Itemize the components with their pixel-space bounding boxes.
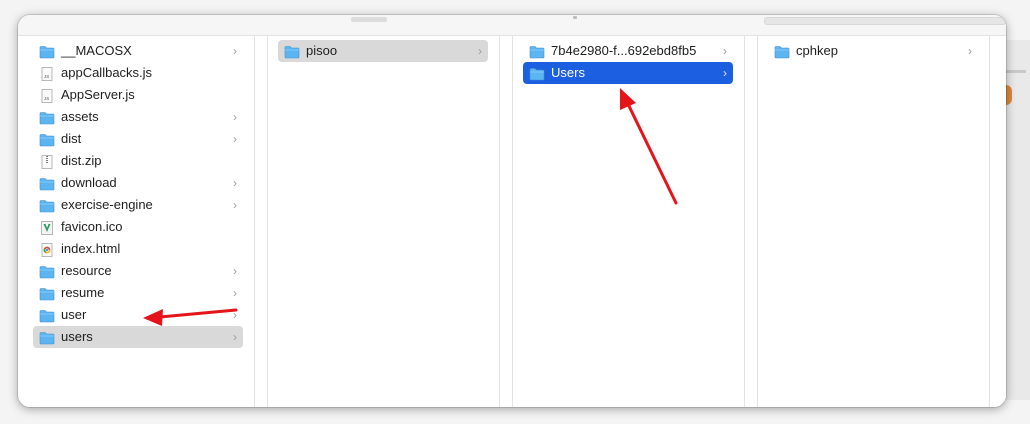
file-row-7b4e2980-f-692ebd8fb5[interactable]: 7b4e2980-f...692ebd8fb5 › (523, 40, 733, 62)
folder-icon (39, 264, 55, 279)
chevron-right-icon: › (968, 44, 972, 58)
column-pisoo: 7b4e2980-f...692ebd8fb5 › Users › (513, 36, 745, 407)
column-resize-handle[interactable] (745, 36, 758, 407)
finder-window: __MACOSX › JS appCallbacks.js JS AppServer.js… (18, 15, 1006, 407)
finder-toolbar (18, 15, 1006, 36)
file-row-resume[interactable]: resume › (33, 282, 243, 304)
chevron-right-icon: › (723, 66, 727, 80)
folder-icon (39, 44, 55, 59)
file-row-appcallbacks-js[interactable]: JS appCallbacks.js (33, 62, 243, 84)
folder-icon (39, 286, 55, 301)
file-row-appserver-js[interactable]: JS AppServer.js (33, 84, 243, 106)
chevron-right-icon: › (723, 44, 727, 58)
chevron-right-icon: › (233, 44, 237, 58)
folder-icon (284, 44, 300, 59)
file-name-label: 7b4e2980-f...692ebd8fb5 (551, 43, 697, 58)
file-name-label: user (61, 307, 87, 322)
chevron-right-icon: › (233, 198, 237, 212)
file-row-users[interactable]: Users › (523, 62, 733, 84)
column-resize-handle[interactable] (255, 36, 268, 407)
column-users: pisoo › (268, 36, 500, 407)
folder-icon (529, 66, 545, 81)
file-list: __MACOSX › JS appCallbacks.js JS AppServer.js… (33, 40, 243, 348)
chevron-right-icon: › (233, 330, 237, 344)
chevron-right-icon: › (233, 286, 237, 300)
ico-file-icon (39, 220, 55, 235)
chevron-right-icon: › (233, 264, 237, 278)
file-row-index-html[interactable]: index.html (33, 238, 243, 260)
background-window-divider (1004, 70, 1026, 73)
folder-icon (39, 330, 55, 345)
js-file-icon: JS (39, 88, 55, 103)
column-resize-handle[interactable] (500, 36, 513, 407)
file-name-label: exercise-engine (61, 197, 153, 212)
toolbar-action-icon[interactable] (573, 16, 577, 19)
chevron-right-icon: › (233, 132, 237, 146)
file-row-favicon-ico[interactable]: favicon.ico (33, 216, 243, 238)
html-file-icon (39, 242, 55, 257)
file-list: pisoo › (278, 40, 488, 62)
chevron-right-icon: › (233, 176, 237, 190)
folder-icon (39, 198, 55, 213)
column-end-area (990, 36, 1006, 407)
file-name-label: assets (61, 109, 99, 124)
file-name-label: appCallbacks.js (61, 65, 153, 80)
file-list: cphkep › (768, 40, 978, 62)
file-name-label: AppServer.js (61, 87, 135, 102)
svg-text:JS: JS (44, 74, 49, 79)
file-row-dist[interactable]: dist › (33, 128, 243, 150)
svg-text:JS: JS (44, 96, 49, 101)
file-row-assets[interactable]: assets › (33, 106, 243, 128)
file-name-label: pisoo (306, 43, 338, 58)
chevron-right-icon: › (478, 44, 482, 58)
file-row-resource[interactable]: resource › (33, 260, 243, 282)
file-row-pisoo[interactable]: pisoo › (278, 40, 488, 62)
file-name-label: index.html (61, 241, 121, 256)
file-row-exercise-engine[interactable]: exercise-engine › (33, 194, 243, 216)
folder-icon (774, 44, 790, 59)
file-row-download[interactable]: download › (33, 172, 243, 194)
file-name-label: users (61, 329, 93, 344)
chevron-right-icon: › (233, 308, 237, 322)
file-name-label: dist.zip (61, 153, 102, 168)
file-name-label: resume (61, 285, 105, 300)
zip-file-icon (39, 154, 55, 169)
column-users-inner: cphkep › (758, 36, 990, 407)
folder-icon (529, 44, 545, 59)
view-mode-control[interactable] (351, 17, 387, 22)
column-root: __MACOSX › JS appCallbacks.js JS AppServer.js… (23, 36, 255, 407)
file-name-label: Users (551, 65, 585, 80)
file-list: 7b4e2980-f...692ebd8fb5 › Users › (523, 40, 733, 84)
file-row-users[interactable]: users › (33, 326, 243, 348)
file-name-label: dist (61, 131, 82, 146)
js-file-icon: JS (39, 66, 55, 81)
file-name-label: favicon.ico (61, 219, 123, 234)
file-name-label: resource (61, 263, 112, 278)
file-row-cphkep[interactable]: cphkep › (768, 40, 978, 62)
folder-icon (39, 308, 55, 323)
file-name-label: cphkep (796, 43, 838, 58)
chevron-right-icon: › (233, 110, 237, 124)
folder-icon (39, 176, 55, 191)
folder-icon (39, 132, 55, 147)
file-name-label: download (61, 175, 117, 190)
search-field[interactable] (764, 17, 1006, 25)
file-row-macosx[interactable]: __MACOSX › (33, 40, 243, 62)
file-name-label: __MACOSX (61, 43, 132, 58)
file-row-dist-zip[interactable]: dist.zip (33, 150, 243, 172)
folder-icon (39, 110, 55, 125)
file-row-user[interactable]: user › (33, 304, 243, 326)
